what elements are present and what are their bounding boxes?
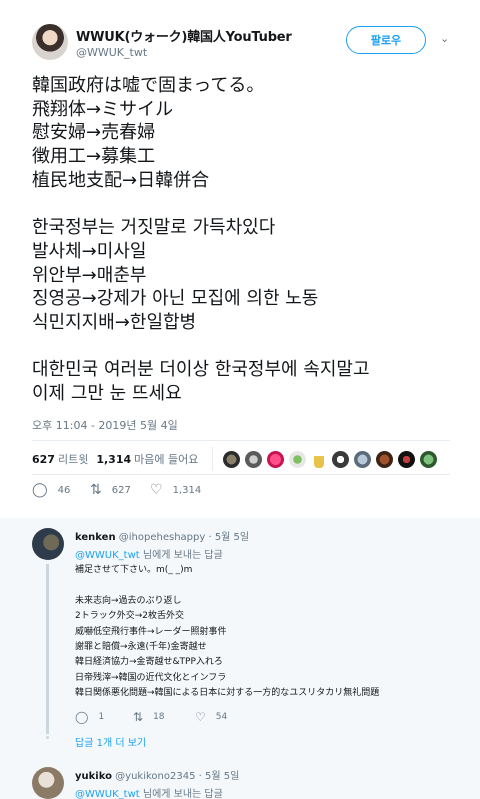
reply-icon: ◯ — [75, 710, 89, 724]
tweet-line: 飛翔体→ミサイル — [32, 98, 174, 120]
tweet-line: 徴用工→募集工 — [32, 146, 156, 168]
reply-tweet[interactable]: yukiko @yukikono2345 · 5월 5일 @WWUK_twt 님… — [0, 760, 480, 799]
replying-to: @WWUK_twt 님에게 보내는 답글 — [75, 789, 223, 799]
reply-button[interactable]: ◯ 1 — [75, 710, 133, 724]
thread-line — [46, 564, 49, 734]
reply-line: 威嚇低空飛行事件→レーダー照射事件 — [75, 626, 227, 637]
reply-tweet[interactable]: kenken @ihopeheshappy · 5월 5일 @WWUK_twt … — [0, 518, 480, 760]
tweet-line: 이제 그만 눈 뜨세요 — [32, 382, 182, 404]
show-more-replies-link[interactable]: 답글 1개 더 보기 — [75, 734, 146, 749]
retweet-button[interactable]: ⇅ 627 — [90, 482, 150, 498]
reply-line: 韓日経済協力→金寄越せ&TPP入れろ — [75, 657, 223, 668]
tweet-actions: ◯ 46 ⇅ 627 ♡ 1,314 — [32, 482, 201, 498]
avatar[interactable] — [245, 450, 263, 468]
heart-icon: ♡ — [150, 482, 163, 498]
avatar[interactable] — [314, 450, 325, 468]
retweet-stat[interactable]: 627 리트윗 — [32, 451, 88, 467]
retweet-icon: ⇅ — [133, 710, 144, 724]
avatar[interactable] — [420, 450, 438, 468]
divider — [32, 474, 450, 475]
thread-dots — [46, 724, 49, 742]
avatar[interactable] — [354, 450, 372, 468]
follow-button[interactable]: 팔로우 — [346, 26, 426, 54]
tweet-line: 한국정부는 거짓말로 가득차있다 — [32, 217, 276, 239]
avatar[interactable] — [32, 24, 68, 60]
heart-icon: ♡ — [195, 710, 206, 724]
avatar[interactable] — [376, 450, 394, 468]
avatar[interactable] — [332, 450, 350, 468]
reply-actions: ◯ 1 ⇅ 18 ♡ 54 — [75, 710, 227, 724]
tweet-line: 발사체→미사일 — [32, 240, 147, 262]
reply-line: 未来志向→過去のぶり返し — [75, 595, 182, 606]
tweet-stats: 627 리트윗 1,314 마음에 들어요 — [32, 446, 452, 472]
display-name[interactable]: WWUK(ウォーク)韓国人YouTuber — [76, 26, 292, 45]
tweet-line: 징영공→강제가 아닌 모집에 의한 노동 — [32, 288, 319, 310]
avatar[interactable] — [32, 767, 64, 799]
tweet-line: 植民地支配→日韓併合 — [32, 169, 210, 191]
tweet-timestamp[interactable]: 오후 11:04 - 2019년 5월 4일 — [32, 417, 178, 433]
reply-author[interactable]: yukiko @yukikono2345 · 5월 5일 — [75, 767, 239, 782]
user-handle[interactable]: @WWUK_twt — [76, 46, 147, 59]
reply-line: 韓日関係悪化問題→韓国による日本に対する一方的なユスリタカリ無礼問題 — [75, 688, 380, 699]
tweet-line: 대한민국 여러분 더이상 한국정부에 속지말고 — [32, 359, 370, 381]
reply-text: 補足させて下さい。m(_ _)m 未来志向→過去のぶり返し 2トラック外交→2枚舌外… — [75, 563, 470, 702]
reply-line: 補足させて下さい。m(_ _)m — [75, 565, 193, 575]
retweet-button[interactable]: ⇅ 18 — [133, 710, 195, 724]
reply-author[interactable]: kenken @ihopeheshappy · 5월 5일 — [75, 528, 249, 543]
reply-button[interactable]: ◯ 46 — [32, 482, 90, 498]
tweet-line: 식민지지배→한일합병 — [32, 311, 197, 333]
like-button[interactable]: ♡ 1,314 — [150, 482, 201, 498]
tweet-text: 韓国政府は嘘で固まってる。 飛翔体→ミサイル 慰安婦→売春婦 徴用工→募集工 植民地支配… — [32, 74, 462, 406]
reply-line: 2トラック外交→2枚舌外交 — [75, 611, 184, 622]
reply-icon: ◯ — [32, 482, 48, 498]
like-stat[interactable]: 1,314 마음에 들어요 — [96, 451, 198, 467]
like-button[interactable]: ♡ 54 — [195, 710, 227, 724]
tweet-line: 韓国政府は嘘で固まってる。 — [32, 75, 265, 96]
avatar[interactable] — [223, 450, 241, 468]
avatar[interactable] — [289, 450, 307, 468]
tweet-line: 慰安婦→売春婦 — [32, 122, 156, 144]
divider — [32, 440, 450, 441]
tweet-header: WWUK(ウォーク)韓国人YouTuber @WWUK_twt 팔로우 ⌄ — [32, 22, 452, 62]
retweet-icon: ⇅ — [90, 482, 102, 498]
liker-avatars — [223, 450, 438, 468]
avatar[interactable] — [398, 450, 416, 468]
reply-line: 謝罪と賠償→永遠(千年)金寄越せ — [75, 641, 207, 652]
reply-line: 日帝残滓→韓国の近代文化とインフラ — [75, 672, 227, 683]
avatar[interactable] — [267, 450, 285, 468]
chevron-down-icon[interactable]: ⌄ — [440, 32, 449, 45]
divider — [212, 447, 214, 471]
avatar[interactable] — [32, 528, 64, 560]
replying-to: @WWUK_twt 님에게 보내는 답글 — [75, 550, 223, 561]
tweet-line: 위안부→매춘부 — [32, 264, 147, 286]
